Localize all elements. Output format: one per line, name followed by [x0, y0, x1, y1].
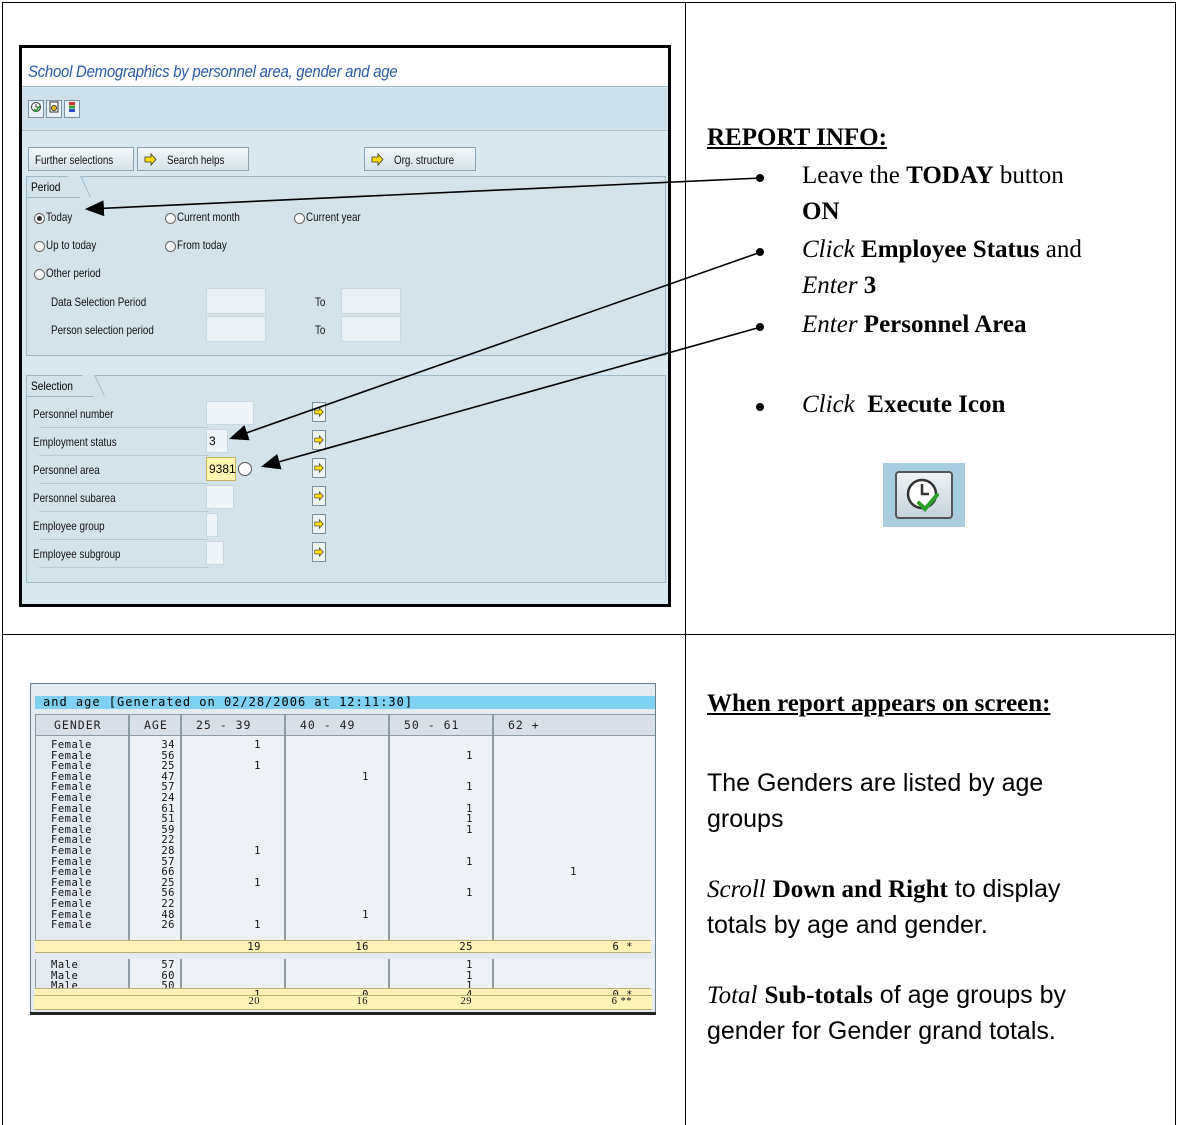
- subtotal-62-plus: 6 *: [612, 941, 633, 953]
- italic-text: Click: [802, 236, 855, 263]
- cell-c1: 1: [254, 739, 261, 751]
- instructions-title: When report appears on screen:: [707, 690, 1051, 717]
- bold-text: 3: [863, 272, 877, 299]
- header-age: AGE: [129, 714, 181, 736]
- bullet: [756, 174, 764, 182]
- cell-c3: 1: [466, 959, 473, 971]
- cell-c2: 1: [362, 908, 369, 921]
- cell-c3: 1: [466, 781, 473, 794]
- italic-text: Enter: [802, 272, 858, 299]
- instruction-execute: Click Execute Icon: [802, 391, 1005, 419]
- cell-c3: 1: [466, 823, 473, 836]
- report-info-title: REPORT INFO:: [707, 124, 887, 151]
- cell-c3: 1: [466, 749, 473, 762]
- instruction-line: The Genders are listed by age: [707, 769, 1044, 797]
- bold-text: ON: [802, 198, 840, 225]
- total-25-39: 20: [248, 996, 260, 1007]
- cell-age: 34: [161, 739, 175, 751]
- arrow-to-today: [84, 177, 762, 217]
- column-bg: [493, 959, 655, 989]
- text: button: [993, 162, 1064, 189]
- report-output: and age [Generated on 02/28/2006 at 12:1…: [30, 683, 656, 1013]
- cell-g: Female: [51, 739, 92, 751]
- cell-g: Female: [51, 845, 92, 857]
- instruction-employee-status-line1: Click Employee Status and: [802, 236, 1082, 264]
- female-subtotal-row: 19 16 25 6 *: [35, 940, 651, 953]
- cell-age: 22: [161, 898, 175, 910]
- italic-text: Scroll: [707, 876, 766, 903]
- italic-text: Enter: [802, 311, 858, 338]
- bold-text: Sub-totals: [764, 982, 873, 1009]
- bullet: [756, 248, 764, 256]
- header-25-39: 25 - 39: [181, 714, 285, 736]
- text: Leave the: [802, 162, 907, 189]
- cell-g: Male: [51, 959, 79, 971]
- subtotal-50-61: 25: [459, 941, 473, 953]
- bold-text: TODAY: [906, 162, 994, 189]
- italic-text: Click: [802, 391, 855, 418]
- instruction-line: groups: [707, 805, 784, 833]
- instruction-today-line1: Leave the TODAY button: [802, 162, 1064, 190]
- bold-text: Employee Status: [861, 236, 1040, 263]
- text: and: [1039, 236, 1082, 263]
- instruction-total: Total Sub-totals of age groups by: [707, 976, 1066, 1015]
- report-bottom-rule: [30, 1012, 656, 1015]
- bold-text: Personnel Area: [863, 311, 1027, 338]
- cell-c3: 1: [466, 855, 473, 868]
- cell-g: Female: [51, 919, 92, 932]
- bullet: [756, 323, 764, 331]
- arrow-to-employment-status: [228, 251, 762, 441]
- bold-text: Down and Right: [772, 876, 948, 903]
- bold-text: Execute Icon: [867, 391, 1006, 418]
- subtotal-40-49: 16: [355, 941, 369, 953]
- grand-total-row: 20 16 29 6 **: [34, 995, 652, 1010]
- header-50-61: 50 - 61: [389, 714, 493, 736]
- cell-c3: 1: [466, 887, 473, 900]
- cell-c4: 1: [570, 866, 577, 879]
- instruction-line: gender for Gender grand totals.: [707, 1017, 1056, 1045]
- cell-c1: 1: [254, 760, 261, 773]
- report-generated-line: and age [Generated on 02/28/2006 at 12:1…: [35, 696, 655, 709]
- cell-c1: 1: [254, 876, 261, 889]
- bullet: [756, 403, 764, 411]
- header-62-plus: 62 +: [493, 714, 655, 736]
- cell-age: 28: [161, 845, 175, 857]
- italic-text: Total: [707, 982, 758, 1009]
- column-bg: [389, 736, 493, 944]
- text: to display: [947, 875, 1061, 903]
- instruction-line: totals by age and gender.: [707, 911, 988, 939]
- cell-age: 26: [161, 919, 175, 932]
- total-50-61: 29: [460, 996, 472, 1007]
- cell-c1: 1: [254, 919, 261, 932]
- execute-icon: [883, 463, 965, 527]
- header-40-49: 40 - 49: [285, 714, 389, 736]
- instruction-today-line2: ON: [802, 198, 840, 226]
- cell-c3: 1: [466, 813, 473, 826]
- instruction-employee-status-line2: Enter 3: [802, 272, 876, 300]
- cell-g: Female: [51, 898, 92, 910]
- subtotal-25-39: 19: [247, 941, 261, 953]
- total-40-49: 16: [356, 996, 368, 1007]
- column-bg: [285, 959, 389, 989]
- instruction-personnel-area: Enter Personnel Area: [802, 311, 1027, 339]
- cell-age: 57: [161, 959, 175, 971]
- column-bg: [493, 736, 655, 944]
- header-gender: GENDER: [35, 714, 129, 736]
- cell-c3: 1: [466, 802, 473, 815]
- cell-c2: 1: [362, 770, 369, 783]
- instruction-scroll: Scroll Down and Right to display: [707, 870, 1060, 909]
- cell-g: Female: [51, 792, 92, 804]
- cell-age: 24: [161, 792, 175, 804]
- column-bg: [181, 959, 285, 989]
- cell-c3: 1: [466, 969, 473, 982]
- text: of age groups by: [872, 981, 1067, 1009]
- arrow-to-personnel-area: [260, 326, 762, 470]
- cell-c1: 1: [254, 845, 261, 857]
- total-62-plus: 6 **: [611, 996, 632, 1007]
